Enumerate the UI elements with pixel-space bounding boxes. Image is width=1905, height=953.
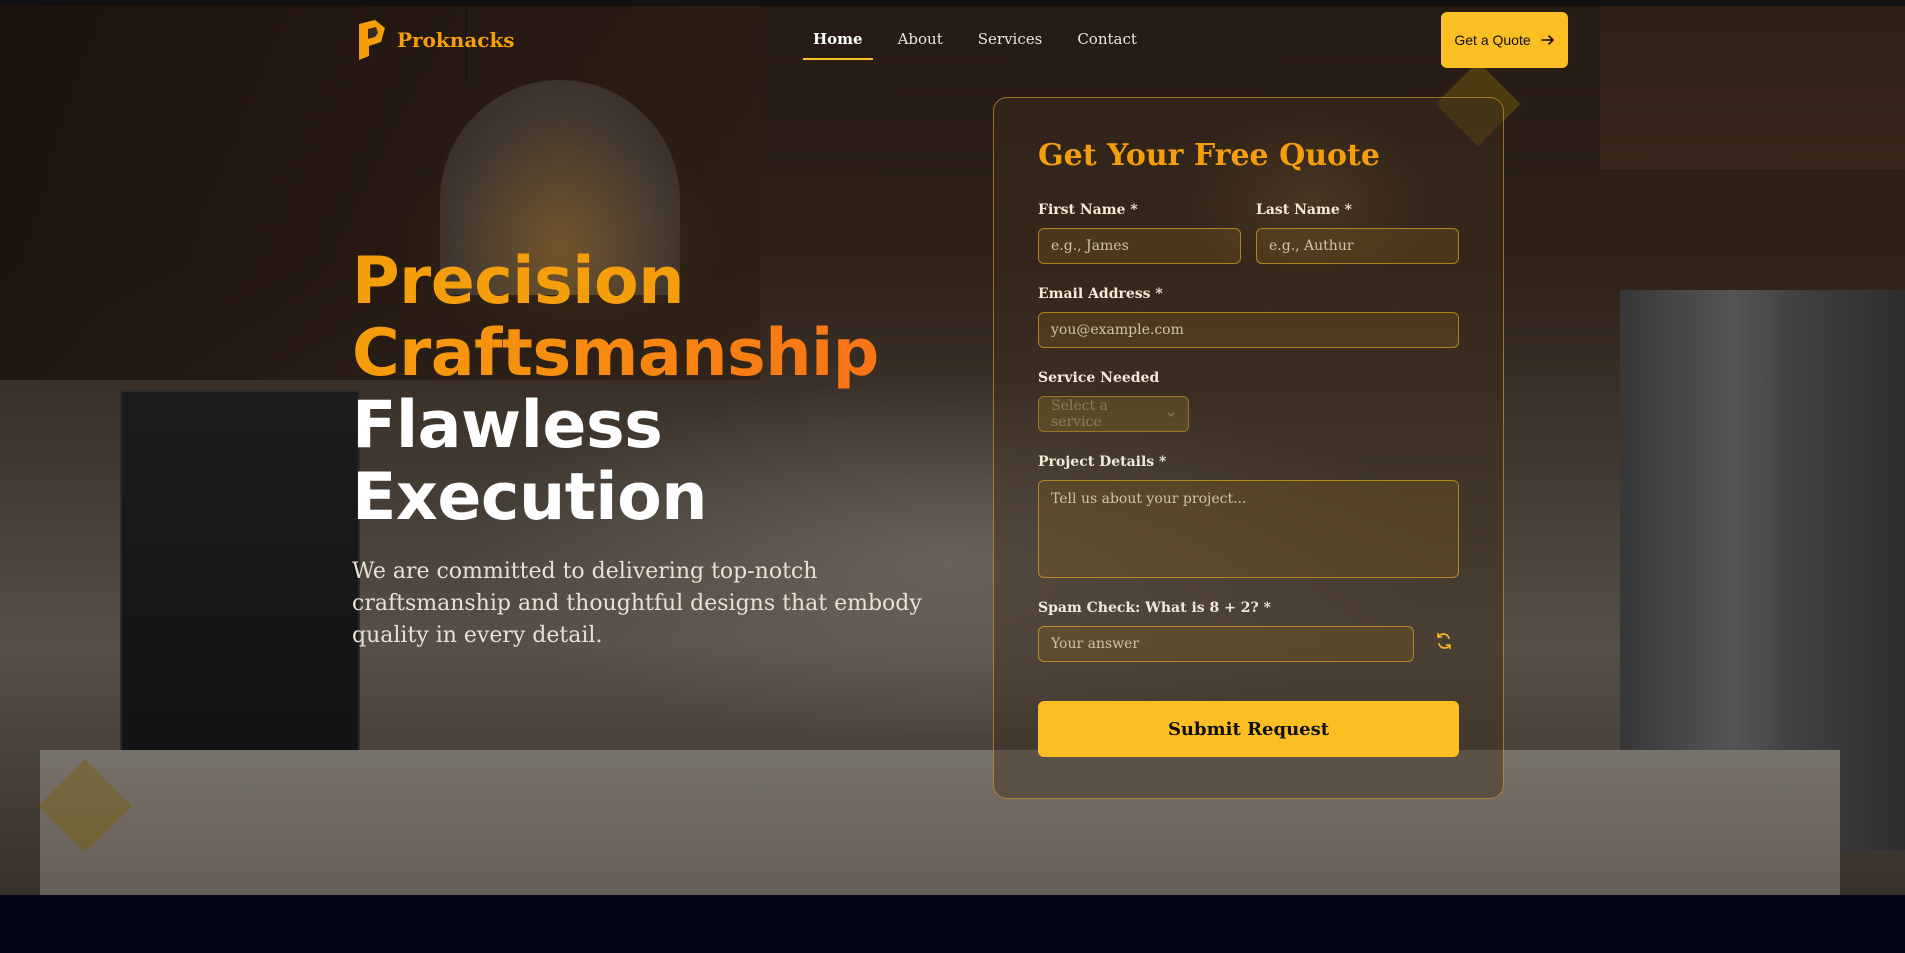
spam-check-label: Spam Check: What is 8 + 2? * <box>1038 600 1271 616</box>
brand-logo[interactable]: Proknacks <box>355 20 515 60</box>
nav-item-contact[interactable]: Contact <box>1067 28 1147 60</box>
submit-request-button[interactable]: Submit Request <box>1038 701 1459 757</box>
main-nav: Home About Services Contact <box>803 28 1162 60</box>
hero-background <box>0 0 1905 895</box>
brand-name: Proknacks <box>397 28 515 52</box>
headline-line-1: Precision <box>352 244 684 319</box>
logo-mark-icon <box>359 20 385 60</box>
service-label: Service Needed <box>1038 370 1160 386</box>
last-name-label: Last Name * <box>1256 202 1352 218</box>
chevron-down-icon <box>1167 412 1175 417</box>
project-details-textarea[interactable] <box>1038 480 1459 578</box>
service-select[interactable]: Select a service <box>1038 396 1189 432</box>
get-quote-label: Get a Quote <box>1454 32 1531 48</box>
quote-form: Get Your Free Quote First Name * Last Na… <box>993 97 1504 799</box>
nav-item-home[interactable]: Home <box>803 28 873 60</box>
first-name-input[interactable] <box>1038 228 1241 264</box>
hero-subtext: We are committed to delivering top-notch… <box>352 559 922 648</box>
hero-overlay <box>0 0 1905 895</box>
get-quote-button[interactable]: Get a Quote <box>1441 12 1568 68</box>
refresh-icon[interactable] <box>1434 631 1454 651</box>
hero-headline: Precision Craftsmanship Flawless Executi… <box>352 246 879 534</box>
email-input[interactable] <box>1038 312 1459 348</box>
headline-line-2: Craftsmanship <box>352 316 879 391</box>
arrow-right-icon <box>1540 35 1554 45</box>
headline-line-4: Execution <box>352 460 707 535</box>
email-label: Email Address * <box>1038 286 1163 302</box>
spam-answer-input[interactable] <box>1038 626 1414 662</box>
footer-band <box>0 895 1905 953</box>
nav-item-about[interactable]: About <box>888 28 953 60</box>
headline-line-3: Flawless <box>352 388 663 463</box>
form-title: Get Your Free Quote <box>1038 138 1380 173</box>
top-strip <box>0 0 1905 6</box>
service-select-value: Select a service <box>1051 398 1108 430</box>
last-name-input[interactable] <box>1256 228 1459 264</box>
first-name-label: First Name * <box>1038 202 1138 218</box>
nav-item-services[interactable]: Services <box>968 28 1053 60</box>
details-label: Project Details * <box>1038 454 1167 470</box>
